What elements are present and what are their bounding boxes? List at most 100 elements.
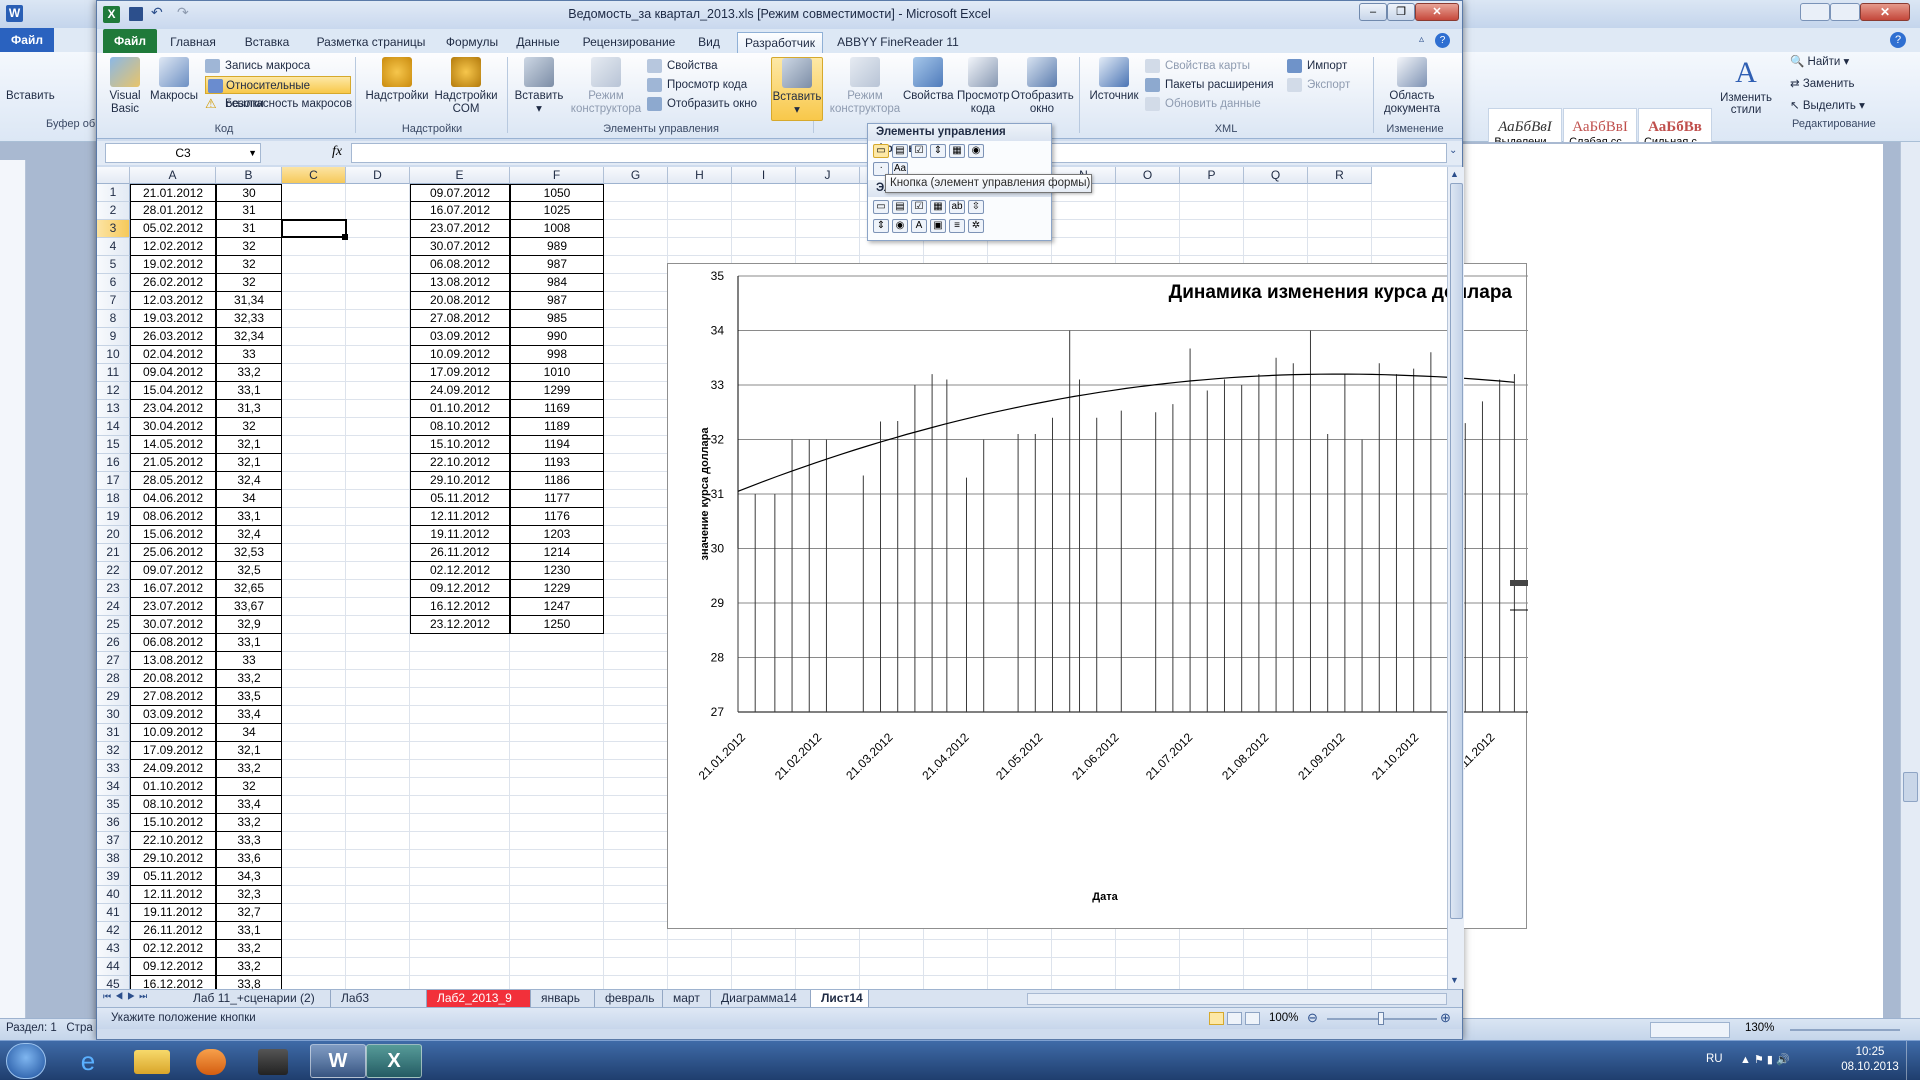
- table-cell[interactable]: 01.10.2012: [130, 778, 216, 796]
- column-header-e[interactable]: E: [410, 167, 510, 184]
- sheet-tab[interactable]: январь: [531, 990, 595, 1007]
- row-header[interactable]: 39: [97, 868, 130, 886]
- table-cell[interactable]: 28.01.2012: [130, 202, 216, 220]
- explorer-taskbar-icon[interactable]: [134, 1050, 170, 1074]
- table-cell[interactable]: 32,5: [216, 562, 282, 580]
- column-header-f[interactable]: F: [510, 167, 604, 184]
- ie-taskbar-icon[interactable]: e: [60, 1044, 116, 1078]
- activex-textbox-icon[interactable]: ab: [949, 200, 965, 214]
- table-cell[interactable]: 33,2: [216, 670, 282, 688]
- zoom-in-icon[interactable]: ⊕: [1440, 1010, 1451, 1026]
- table-cell[interactable]: 33,1: [216, 508, 282, 526]
- table-cell[interactable]: 20.08.2012: [130, 670, 216, 688]
- table-cell[interactable]: 32,34: [216, 328, 282, 346]
- tab-page-layout[interactable]: Разметка страницы: [309, 32, 433, 53]
- table-cell[interactable]: 14.05.2012: [130, 436, 216, 454]
- chart-area[interactable]: Динамика изменения курса доллара 27 28 29 3…: [667, 263, 1528, 930]
- row-header[interactable]: 45: [97, 976, 130, 989]
- map-properties-button[interactable]: Свойства карты: [1145, 57, 1250, 75]
- table-cell[interactable]: 1176: [510, 508, 604, 526]
- insert-function-icon[interactable]: fx: [325, 143, 349, 163]
- table-cell[interactable]: 1194: [510, 436, 604, 454]
- row-header[interactable]: 24: [97, 598, 130, 616]
- help-icon[interactable]: ?: [1435, 33, 1450, 48]
- table-cell[interactable]: 15.06.2012: [130, 526, 216, 544]
- table-cell[interactable]: 22.10.2012: [410, 454, 510, 472]
- spin-control-icon[interactable]: ⇕: [930, 144, 946, 158]
- row-header[interactable]: 44: [97, 958, 130, 976]
- activex-spin-icon[interactable]: ⇕: [873, 219, 889, 233]
- table-cell[interactable]: 19.11.2012: [130, 904, 216, 922]
- table-cell[interactable]: 06.08.2012: [130, 634, 216, 652]
- relative-refs-button[interactable]: Относительные ссылки: [205, 76, 351, 110]
- table-cell[interactable]: 33,4: [216, 706, 282, 724]
- word-minimize-button[interactable]: [1800, 3, 1830, 21]
- expand-formula-bar-icon[interactable]: ⌄: [1449, 145, 1457, 156]
- table-cell[interactable]: 28.05.2012: [130, 472, 216, 490]
- page-layout-view-icon[interactable]: [1227, 1012, 1242, 1025]
- table-cell[interactable]: 10.09.2012: [130, 724, 216, 742]
- chart-plot[interactable]: 27 28 29 30 31 32 33 34 35 21.01.2012 21.02.2012 21…: [668, 264, 1528, 930]
- row-header[interactable]: 12: [97, 382, 130, 400]
- chevron-down-icon[interactable]: ▼: [248, 144, 257, 162]
- table-cell[interactable]: 33,2: [216, 940, 282, 958]
- table-cell[interactable]: 16.07.2012: [410, 202, 510, 220]
- table-cell[interactable]: 16.12.2012: [130, 976, 216, 989]
- row-header[interactable]: 13: [97, 400, 130, 418]
- row-header[interactable]: 7: [97, 292, 130, 310]
- tab-review[interactable]: Рецензирование: [575, 32, 683, 53]
- activex-listbox-icon[interactable]: ▦: [930, 200, 946, 214]
- activex-button-icon[interactable]: ▭: [873, 200, 889, 214]
- table-cell[interactable]: 29.10.2012: [410, 472, 510, 490]
- word-paste-label[interactable]: Вставить: [6, 90, 55, 102]
- table-cell[interactable]: 34: [216, 724, 282, 742]
- import-button[interactable]: Импорт: [1287, 57, 1347, 75]
- table-cell[interactable]: 08.10.2012: [130, 796, 216, 814]
- table-cell[interactable]: 32,4: [216, 526, 282, 544]
- table-cell[interactable]: 1247: [510, 598, 604, 616]
- table-cell[interactable]: 998: [510, 346, 604, 364]
- table-cell[interactable]: 27.08.2012: [410, 310, 510, 328]
- table-cell[interactable]: 22.10.2012: [130, 832, 216, 850]
- row-header[interactable]: 33: [97, 760, 130, 778]
- visual-basic-button[interactable]: Visual Basic: [105, 57, 145, 116]
- tray-flag-icon[interactable]: ▲ ⚑ ▮ 🔊: [1740, 1053, 1790, 1066]
- table-cell[interactable]: 31,34: [216, 292, 282, 310]
- table-cell[interactable]: 19.11.2012: [410, 526, 510, 544]
- system-clock[interactable]: 10:25 08.10.2013: [1830, 1045, 1910, 1075]
- table-cell[interactable]: 27.08.2012: [130, 688, 216, 706]
- row-header[interactable]: 14: [97, 418, 130, 436]
- table-cell[interactable]: 24.09.2012: [130, 760, 216, 778]
- table-cell[interactable]: 23.07.2012: [410, 220, 510, 238]
- activex-toggle-icon[interactable]: ≡: [949, 219, 965, 233]
- table-cell[interactable]: 31: [216, 220, 282, 238]
- table-cell[interactable]: 12.02.2012: [130, 238, 216, 256]
- activex-checkbox-icon[interactable]: ☑: [911, 200, 927, 214]
- word-taskbar-icon[interactable]: W: [310, 1044, 366, 1078]
- word-select-button[interactable]: ↖ Выделить ▾: [1790, 98, 1865, 112]
- table-cell[interactable]: 26.02.2012: [130, 274, 216, 292]
- row-header[interactable]: 3: [97, 220, 130, 238]
- addins-button[interactable]: Надстройки: [365, 57, 429, 103]
- column-header-b[interactable]: B: [216, 167, 282, 184]
- row-header[interactable]: 5: [97, 256, 130, 274]
- name-box[interactable]: C3 ▼: [105, 143, 261, 163]
- refresh-data-button[interactable]: Обновить данные: [1145, 95, 1261, 113]
- table-cell[interactable]: 987: [510, 256, 604, 274]
- table-cell[interactable]: 33,5: [216, 688, 282, 706]
- row-header[interactable]: 2: [97, 202, 130, 220]
- row-header[interactable]: 1: [97, 184, 130, 202]
- select-all-corner[interactable]: [97, 167, 130, 184]
- macros-button[interactable]: Макросы: [149, 57, 199, 103]
- table-cell[interactable]: 33,3: [216, 832, 282, 850]
- word-view-buttons[interactable]: [1650, 1022, 1730, 1038]
- word-help-icon[interactable]: ?: [1890, 32, 1906, 48]
- table-cell[interactable]: 20.08.2012: [410, 292, 510, 310]
- table-cell[interactable]: 29.10.2012: [130, 850, 216, 868]
- table-cell[interactable]: 30.07.2012: [130, 616, 216, 634]
- table-cell[interactable]: 32: [216, 274, 282, 292]
- normal-view-icon[interactable]: [1209, 1012, 1224, 1025]
- properties-button[interactable]: Свойства: [647, 57, 718, 75]
- row-header[interactable]: 35: [97, 796, 130, 814]
- row-header[interactable]: 32: [97, 742, 130, 760]
